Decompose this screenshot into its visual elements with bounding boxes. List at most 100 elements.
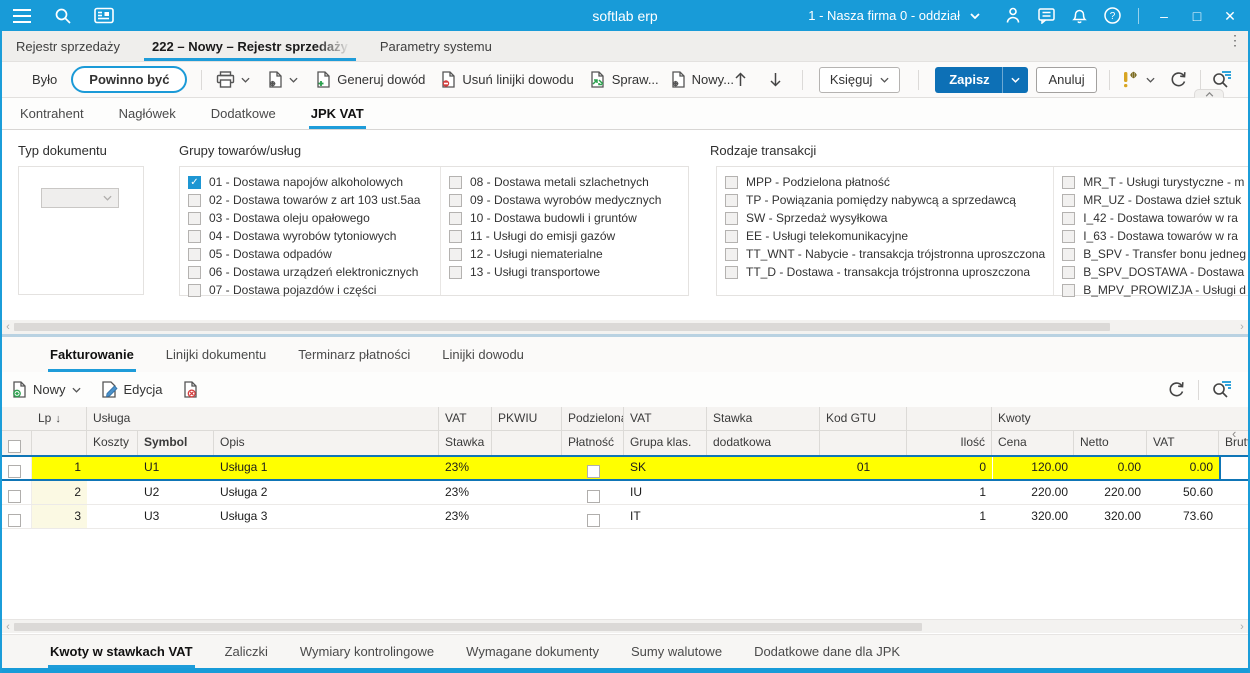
grid-new-button[interactable]: Nowy [12,381,81,398]
header-symbol[interactable]: Symbol [138,431,214,455]
checkbox[interactable] [188,211,201,225]
checkbox[interactable] [188,229,201,243]
powinno-byc-button[interactable]: Powinno być [71,66,188,93]
checkbox-item[interactable]: MR_T - Usługi turystyczne - m [1062,173,1246,191]
hamburger-menu-icon[interactable] [12,8,32,24]
search-filter-icon[interactable] [1211,70,1232,89]
checkbox[interactable] [449,193,462,207]
header-stawka-dodatkowa[interactable]: Stawka [707,407,820,430]
header-vat-grupa[interactable]: VAT [624,407,707,430]
checkbox-item[interactable]: I_42 - Dostawa towarów w ra [1062,209,1246,227]
checkbox[interactable] [725,193,738,207]
row-select-checkbox[interactable] [2,481,32,504]
checkbox[interactable] [1062,265,1076,279]
checkbox-item[interactable]: 09 - Dostawa wyrobów medycznych [449,191,684,209]
ksieguj-button[interactable]: Księguj [818,66,901,93]
header-grupa-klas[interactable]: Grupa klas. [624,431,707,455]
header-vat[interactable]: VAT [439,407,492,430]
row-select-checkbox[interactable] [8,464,21,478]
checkbox-item[interactable]: 05 - Dostawa odpadów [188,245,436,263]
toolbar-collapse-handle[interactable] [1194,89,1224,98]
checkbox-item[interactable]: 06 - Dostawa urządzeń elektronicznych [188,263,436,281]
bottom-tab[interactable]: Dodatkowe dane dla JPK [754,635,900,668]
checkbox[interactable] [1062,283,1076,297]
main-tab[interactable]: Parametry systemu [364,31,508,61]
notifications-bell-icon[interactable] [1072,7,1087,24]
checkbox-item[interactable]: 10 - Dostawa budowli i gruntów [449,209,684,227]
checkbox-item[interactable]: 03 - Dostawa oleju opałowego [188,209,436,227]
grid-edit-button[interactable]: Edycja [101,381,163,398]
checkbox[interactable] [725,247,738,261]
checkbox[interactable] [725,265,738,279]
refresh-icon[interactable] [1167,380,1186,399]
chat-icon[interactable] [1038,7,1055,24]
checkbox-item[interactable]: SW - Sprzedaż wysyłkowa [725,209,1049,227]
lines-tab[interactable]: Linijki dowodu [442,337,524,372]
header-opis[interactable]: Opis [214,431,439,455]
checkbox[interactable] [449,247,462,261]
close-button[interactable]: ✕ [1222,8,1238,24]
header-usluga[interactable]: Usługa [87,407,439,430]
scroll-left-icon[interactable]: ‹ [2,321,14,333]
lines-tab[interactable]: Fakturowanie [48,337,136,372]
minimize-button[interactable]: – [1156,8,1172,24]
document-tab[interactable]: Nagłówek [119,98,176,129]
checkbox-item[interactable]: EE - Usługi telekomunikacyjne [725,227,1049,245]
table-row[interactable]: 3 U3 Usługa 3 23% IT 1 320.00 320.00 73.60 [2,505,1248,529]
header-koszty[interactable]: Koszty [87,431,138,455]
checkbox[interactable] [1062,211,1076,225]
checkbox[interactable] [449,211,462,225]
move-down-icon[interactable] [769,72,782,87]
header-kwoty[interactable]: Kwoty [992,407,1248,430]
usun-linijki-dowodu-button[interactable]: Usuń linijki dowodu [441,71,574,88]
header-cena[interactable]: Cena [992,431,1074,455]
header-pkwiu[interactable]: PKWIU [492,407,562,430]
generuj-dowod-button[interactable]: Generuj dowód [316,71,425,88]
maximize-button[interactable]: □ [1189,8,1205,24]
bottom-tab[interactable]: Wymiary kontrolingowe [300,635,434,668]
checkbox[interactable] [188,265,201,279]
header-lp[interactable]: Lp ↓ [32,407,87,430]
search-filter-icon[interactable] [1211,380,1232,399]
checkbox-item[interactable]: TP - Powiązania pomiędzy nabywcą a sprze… [725,191,1049,209]
checkbox-item[interactable]: 11 - Usługi do emisji gazów [449,227,684,245]
header-ilosc[interactable]: Ilość [907,431,992,455]
grid-horizontal-scrollbar[interactable]: ‹ › [2,619,1248,633]
print-button[interactable] [216,71,250,88]
checkbox[interactable] [1062,247,1076,261]
select-all-checkbox[interactable] [2,431,32,455]
checkbox[interactable] [1062,193,1076,207]
checkbox-item[interactable]: I_63 - Dostawa towarów w ra [1062,227,1246,245]
news-icon[interactable] [94,7,114,24]
checkbox-item[interactable]: MPP - Podzielona płatność [725,173,1049,191]
scrollbar-thumb[interactable] [14,323,1110,331]
anuluj-button[interactable]: Anuluj [1035,66,1098,93]
bottom-tab[interactable]: Zaliczki [225,635,268,668]
checkbox[interactable] [449,265,462,279]
document-options-button[interactable] [268,71,298,88]
checkbox[interactable] [188,283,201,297]
checkbox-item[interactable]: ✓ 01 - Dostawa napojów alkoholowych [188,173,436,191]
sprawdz-button[interactable]: Spraw... [590,71,659,88]
scroll-right-icon[interactable]: › [1236,621,1248,633]
company-selector[interactable]: 1 - Nasza firma 0 - oddział [808,8,980,23]
checkbox[interactable] [449,229,462,243]
checkbox-item[interactable]: TT_D - Dostawa - transakcja trójstronna … [725,263,1049,281]
zapisz-button[interactable]: Zapisz [935,66,1028,93]
checkbox[interactable] [1062,229,1076,243]
header-kod-gtu[interactable]: Kod GTU [820,407,907,430]
checkbox-item[interactable]: B_MPV_PROWIZJA - Usługi d [1062,281,1246,299]
header-platnosc[interactable]: Płatność [562,431,624,455]
table-row[interactable]: 2 U2 Usługa 2 23% IU 1 220.00 220.00 50.60 [2,481,1248,505]
checkbox[interactable]: ✓ [188,175,201,189]
grid-delete-button[interactable] [183,381,198,398]
checkbox-item[interactable]: 04 - Dostawa wyrobów tytoniowych [188,227,436,245]
row-select-checkbox[interactable] [8,489,21,503]
row-select-checkbox[interactable] [2,457,32,479]
document-tab[interactable]: JPK VAT [308,98,366,129]
move-up-icon[interactable] [734,72,747,87]
header-dodatkowa[interactable]: dodatkowa [707,431,820,455]
lines-tab[interactable]: Terminarz płatności [298,337,410,372]
checkbox-item[interactable]: TT_WNT - Nabycie - transakcja trójstronn… [725,245,1049,263]
chevron-down-icon[interactable] [1001,66,1028,93]
